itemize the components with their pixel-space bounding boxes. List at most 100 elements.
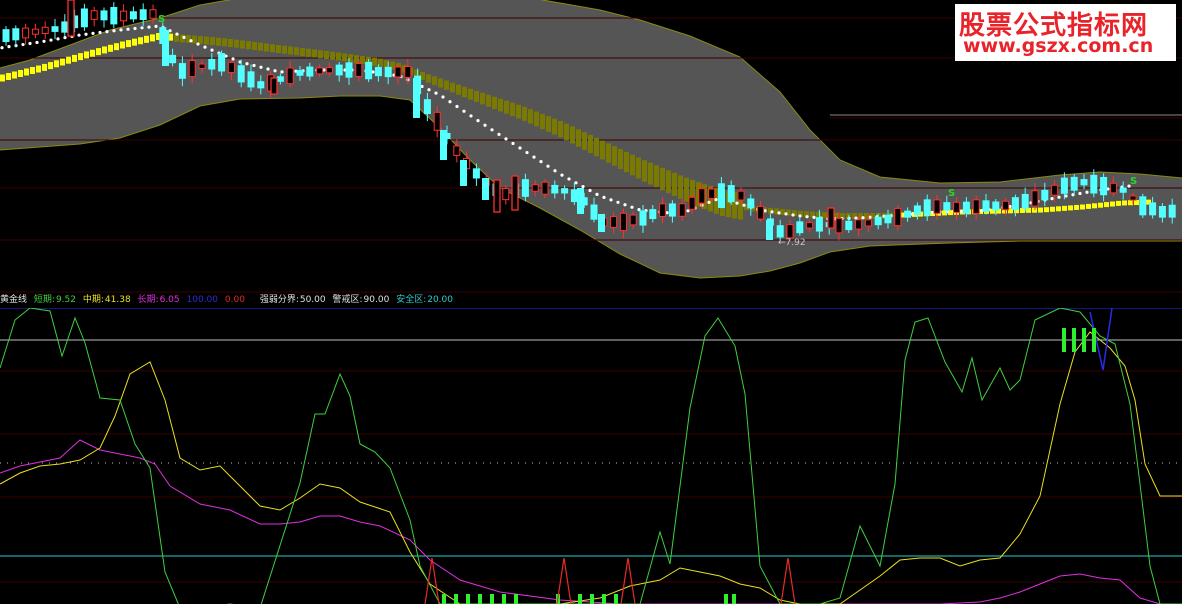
candle-body	[845, 220, 853, 231]
candle-body	[90, 10, 98, 20]
bottom-signal-bar	[590, 594, 594, 604]
candle-body	[286, 67, 294, 85]
trend-dot	[189, 39, 193, 43]
candle-body	[708, 188, 716, 199]
ribbon-block	[276, 45, 281, 53]
candle-body	[482, 178, 489, 200]
ribbon-block	[144, 35, 149, 43]
ribbon-block	[570, 126, 575, 144]
ribbon-block	[234, 39, 239, 48]
bottom-signal-bar	[466, 594, 470, 604]
bottom-signal-bar	[490, 594, 494, 604]
ribbon-block	[282, 45, 287, 54]
candle-body	[639, 210, 647, 226]
bottom-signal-bar	[502, 594, 506, 604]
candle-body	[806, 222, 814, 229]
candle-body	[227, 61, 235, 74]
ribbon-block	[606, 143, 611, 163]
candle-body	[649, 209, 657, 220]
candle-body	[1051, 184, 1059, 196]
ribbon-block	[1062, 205, 1067, 211]
bottom-signal-bar	[454, 594, 458, 604]
ribbon-block	[666, 170, 671, 194]
candle-body	[688, 196, 696, 210]
ribbon-block	[648, 162, 653, 185]
candle-body	[1041, 189, 1049, 201]
trend-dot	[182, 35, 186, 40]
trend-dot	[203, 45, 207, 49]
candle-body	[460, 160, 467, 186]
candle-body	[1129, 195, 1137, 201]
candle-body	[561, 188, 569, 194]
trend-dot	[707, 200, 711, 204]
candle-body	[531, 184, 539, 192]
trend-dot	[735, 201, 739, 205]
candle-body	[1060, 177, 1068, 194]
candle-body	[12, 28, 20, 41]
candle-body	[149, 9, 157, 19]
candle-body	[864, 219, 872, 227]
ribbon-block	[510, 102, 515, 117]
ribbon-block	[36, 65, 41, 73]
candle-body	[493, 179, 501, 213]
sell-signal-label: S	[158, 14, 165, 25]
watermark-logo: 股票公式指标网 www.gszx.com.cn	[955, 4, 1176, 61]
candle-body	[61, 21, 69, 33]
ribbon-block	[204, 36, 209, 45]
ribbon-block	[1044, 207, 1049, 213]
ribbon-block	[6, 73, 11, 80]
candle-body	[237, 65, 245, 83]
ribbon-block	[558, 121, 563, 138]
ribbon-block	[126, 40, 131, 48]
trend-dot	[784, 212, 788, 216]
ribbon-block	[312, 49, 317, 58]
ribbon-block	[546, 116, 551, 132]
chart-stage[interactable]: S S S ←7.92 黄金线 短期:9.52 中期:41.38 长期:6.05 10…	[0, 0, 1182, 604]
candle-body	[737, 190, 745, 201]
candle-body	[1090, 174, 1098, 194]
ribbon-block	[60, 58, 65, 66]
ribbon-block	[96, 48, 101, 56]
trend-dot	[455, 104, 459, 109]
trend-dot	[210, 48, 214, 52]
long-term-label: 长期:	[137, 295, 159, 305]
trend-dot	[0, 46, 4, 50]
ribbon-block	[516, 104, 521, 119]
trend-dot	[133, 26, 137, 31]
trend-dot	[588, 188, 592, 193]
ribbon-block	[684, 177, 689, 202]
ribbon-block	[138, 37, 143, 45]
candle-body	[80, 8, 88, 28]
candle-body	[610, 216, 618, 228]
candle-body	[413, 78, 420, 118]
candle-body	[982, 200, 990, 212]
bottom-signal-bar	[732, 594, 736, 604]
ribbon-block	[240, 40, 245, 49]
trend-dot	[154, 24, 158, 28]
bottom-signal-bar	[602, 594, 606, 604]
candle-body	[41, 26, 49, 34]
trend-dot	[49, 38, 53, 42]
trend-dot	[441, 95, 445, 99]
candle-body	[972, 199, 980, 215]
candle-body	[374, 66, 382, 77]
indicator-chart[interactable]	[0, 308, 1182, 604]
trend-dot	[504, 137, 508, 141]
candle-body	[776, 225, 784, 238]
ribbon-block	[672, 172, 677, 196]
bottom-signal-bar	[514, 594, 518, 604]
candle-body	[678, 203, 686, 217]
indicator-name[interactable]: 黄金线	[0, 295, 27, 305]
ribbon-block	[300, 48, 305, 56]
ribbon-block	[948, 210, 953, 216]
short-term-line	[0, 308, 1182, 604]
trend-dot	[609, 198, 613, 202]
candle-body	[1002, 200, 1010, 211]
bottom-spike-marker	[620, 557, 636, 604]
trend-dot	[560, 173, 564, 177]
ribbon-block	[1122, 200, 1127, 206]
candle-body	[384, 66, 392, 78]
candle-body	[218, 53, 226, 72]
ribbon-block	[1128, 200, 1133, 206]
ribbon-block	[492, 96, 497, 110]
